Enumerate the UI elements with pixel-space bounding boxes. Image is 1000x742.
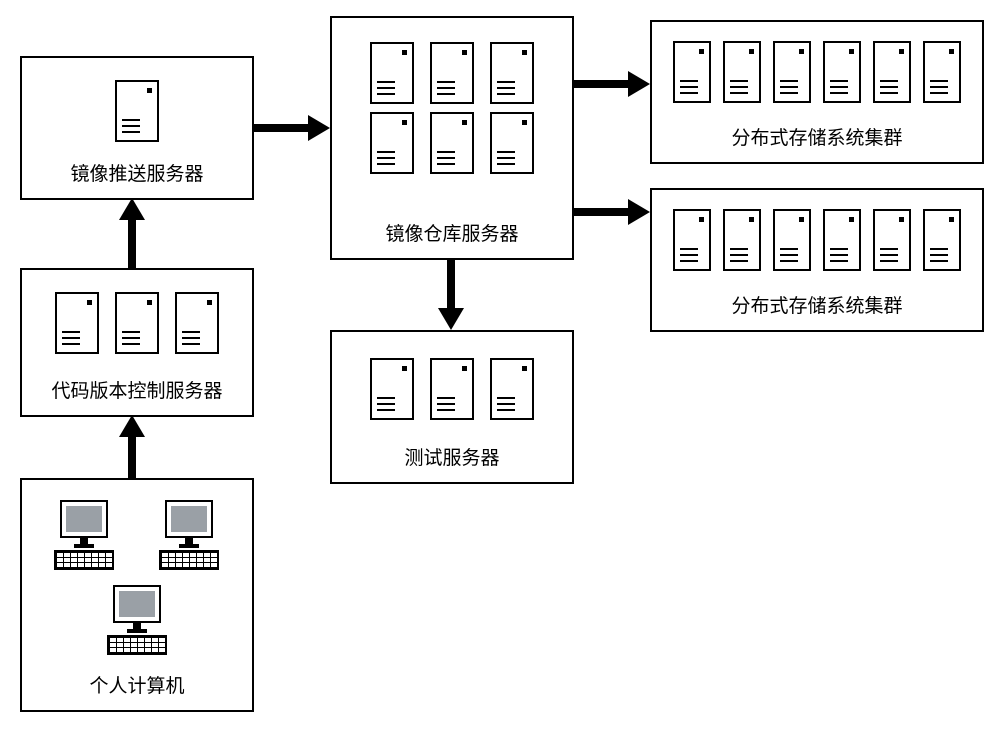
node-label: 分布式存储系统集群 <box>652 291 982 318</box>
node-push-server: 镜像推送服务器 <box>20 56 254 200</box>
node-version-control: 代码版本控制服务器 <box>20 268 254 417</box>
server-icon <box>370 358 414 420</box>
arrow-head-icon <box>628 71 650 97</box>
server-icon <box>490 358 534 420</box>
arrow-head-icon <box>119 415 145 437</box>
pc-icon <box>100 585 174 659</box>
server-icon <box>823 41 861 103</box>
server-icon <box>773 41 811 103</box>
server-icon <box>673 209 711 271</box>
node-test-server: 测试服务器 <box>330 330 574 484</box>
server-icon <box>823 209 861 271</box>
server-icon <box>773 209 811 271</box>
arrow-head-icon <box>119 198 145 220</box>
node-dss-bottom: 分布式存储系统集群 <box>650 188 984 332</box>
node-label: 个人计算机 <box>22 671 252 698</box>
server-icon <box>430 358 474 420</box>
pc-icon <box>47 500 121 574</box>
server-icon <box>723 41 761 103</box>
server-icon <box>923 209 961 271</box>
server-icon <box>55 292 99 354</box>
arrow-version-to-push <box>128 218 136 268</box>
server-icon <box>175 292 219 354</box>
arrow-push-to-repo <box>252 124 310 132</box>
arrow-head-icon <box>308 115 330 141</box>
node-pc: 个人计算机 <box>20 478 254 712</box>
server-icon <box>490 42 534 104</box>
node-label: 镜像仓库服务器 <box>332 219 572 246</box>
arrow-repo-to-dss-bottom <box>572 208 630 216</box>
server-icon <box>430 112 474 174</box>
server-icon <box>923 41 961 103</box>
arrow-repo-to-test <box>447 258 455 310</box>
server-icon <box>370 42 414 104</box>
node-label: 代码版本控制服务器 <box>22 376 252 403</box>
arrow-pc-to-version <box>128 435 136 479</box>
node-label: 镜像推送服务器 <box>22 159 252 186</box>
node-label: 分布式存储系统集群 <box>652 123 982 150</box>
server-icon <box>873 41 911 103</box>
arrow-head-icon <box>438 308 464 330</box>
arrow-head-icon <box>628 199 650 225</box>
arrow-repo-to-dss-top <box>572 80 630 88</box>
server-icon <box>490 112 534 174</box>
server-icon <box>370 112 414 174</box>
server-icon <box>723 209 761 271</box>
server-icon <box>873 209 911 271</box>
server-icon <box>115 80 159 142</box>
node-dss-top: 分布式存储系统集群 <box>650 20 984 164</box>
node-label: 测试服务器 <box>332 443 572 470</box>
server-icon <box>115 292 159 354</box>
node-repo-server: 镜像仓库服务器 <box>330 16 574 260</box>
server-icon <box>430 42 474 104</box>
server-icon <box>673 41 711 103</box>
pc-icon <box>152 500 226 574</box>
